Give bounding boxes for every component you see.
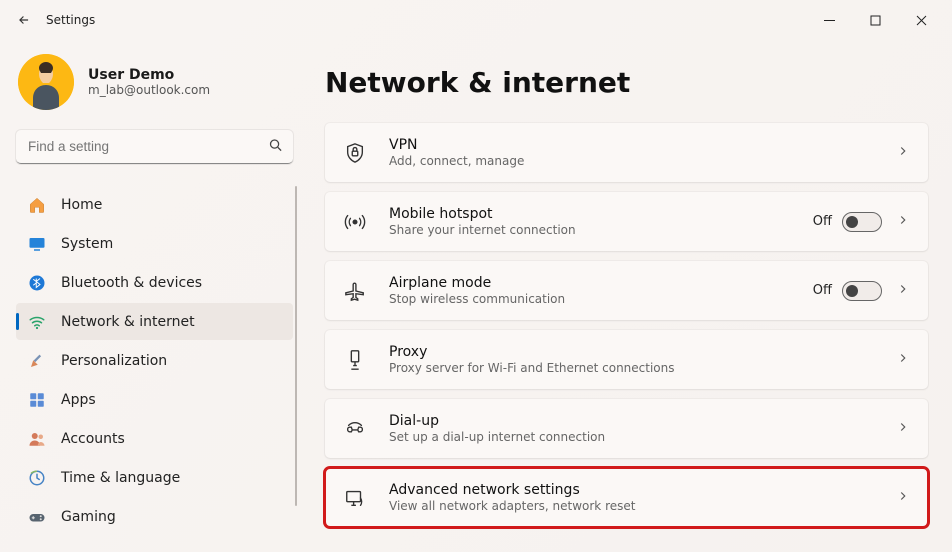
setting-card-vpn[interactable]: VPN Add, connect, manage (325, 123, 928, 182)
sidebar-item-gaming[interactable]: Gaming (16, 498, 293, 535)
card-subtitle: Proxy server for Wi-Fi and Ethernet conn… (389, 361, 675, 375)
search-icon (268, 138, 283, 157)
sidebar: User Demo m_lab@outlook.com Home System Bl… (0, 40, 305, 552)
accounts-icon (28, 430, 46, 448)
profile-name: User Demo (88, 67, 210, 83)
personalization-icon (28, 352, 46, 370)
sidebar-item-label: Apps (61, 392, 96, 408)
scrollbar[interactable] (295, 186, 297, 506)
home-icon (28, 196, 46, 214)
setting-card-advanced[interactable]: Advanced network settings View all netwo… (325, 468, 928, 527)
sidebar-item-apps[interactable]: Apps (16, 381, 293, 418)
airplane-icon (343, 279, 367, 303)
card-title: Advanced network settings (389, 482, 635, 498)
hotspot-toggle[interactable]: Off (813, 212, 882, 232)
hotspot-icon (343, 210, 367, 234)
profile-email: m_lab@outlook.com (88, 83, 210, 97)
card-subtitle: Add, connect, manage (389, 154, 524, 168)
sidebar-item-accounts[interactable]: Accounts (16, 420, 293, 457)
setting-card-hotspot[interactable]: Mobile hotspot Share your internet conne… (325, 192, 928, 251)
content-area: Network & internet VPN Add, connect, man… (305, 40, 952, 552)
switch-icon (842, 281, 882, 301)
chevron-right-icon (896, 419, 910, 438)
bluetooth-icon (28, 274, 46, 292)
sidebar-item-label: Accounts (61, 431, 125, 447)
card-title: Airplane mode (389, 275, 565, 291)
avatar (18, 54, 74, 110)
card-subtitle: Stop wireless communication (389, 292, 565, 306)
page-title: Network & internet (325, 66, 928, 99)
window-title: Settings (46, 13, 95, 27)
card-title: Dial-up (389, 413, 605, 429)
sidebar-item-network[interactable]: Network & internet (16, 303, 293, 340)
sidebar-item-time[interactable]: Time & language (16, 459, 293, 496)
chevron-right-icon (896, 488, 910, 507)
sidebar-item-label: Home (61, 197, 102, 213)
apps-icon (28, 391, 46, 409)
chevron-right-icon (896, 350, 910, 369)
setting-card-dialup[interactable]: Dial-up Set up a dial-up internet connec… (325, 399, 928, 458)
setting-card-proxy[interactable]: Proxy Proxy server for Wi-Fi and Etherne… (325, 330, 928, 389)
sidebar-item-home[interactable]: Home (16, 186, 293, 223)
airplane-toggle[interactable]: Off (813, 281, 882, 301)
sidebar-item-label: System (61, 236, 113, 252)
window-minimize[interactable] (806, 4, 852, 36)
card-subtitle: View all network adapters, network reset (389, 499, 635, 513)
time-icon (28, 469, 46, 487)
window-maximize[interactable] (852, 4, 898, 36)
search-input[interactable] (16, 130, 293, 164)
dialup-icon (343, 417, 367, 441)
chevron-right-icon (896, 143, 910, 162)
card-subtitle: Share your internet connection (389, 223, 576, 237)
card-title: VPN (389, 137, 524, 153)
sidebar-item-personalization[interactable]: Personalization (16, 342, 293, 379)
sidebar-item-label: Gaming (61, 509, 116, 525)
advanced-icon (343, 486, 367, 510)
gaming-icon (28, 508, 46, 526)
search-box (16, 130, 293, 164)
chevron-right-icon (896, 281, 910, 300)
toggle-label: Off (813, 214, 832, 229)
sidebar-item-system[interactable]: System (16, 225, 293, 262)
sidebar-item-label: Personalization (61, 353, 167, 369)
vpn-icon (343, 141, 367, 165)
sidebar-item-bluetooth[interactable]: Bluetooth & devices (16, 264, 293, 301)
sidebar-item-label: Network & internet (61, 314, 195, 330)
back-button[interactable] (8, 4, 40, 36)
window-close[interactable] (898, 4, 944, 36)
setting-card-airplane[interactable]: Airplane mode Stop wireless communicatio… (325, 261, 928, 320)
switch-icon (842, 212, 882, 232)
system-icon (28, 235, 46, 253)
nav-list: Home System Bluetooth & devices Network & i… (16, 186, 293, 535)
network-icon (28, 313, 46, 331)
card-title: Proxy (389, 344, 675, 360)
card-subtitle: Set up a dial-up internet connection (389, 430, 605, 444)
chevron-right-icon (896, 212, 910, 231)
sidebar-item-label: Time & language (61, 470, 180, 486)
profile-block[interactable]: User Demo m_lab@outlook.com (16, 54, 293, 110)
titlebar: Settings (0, 0, 952, 40)
card-title: Mobile hotspot (389, 206, 576, 222)
sidebar-item-label: Bluetooth & devices (61, 275, 202, 291)
proxy-icon (343, 348, 367, 372)
toggle-label: Off (813, 283, 832, 298)
